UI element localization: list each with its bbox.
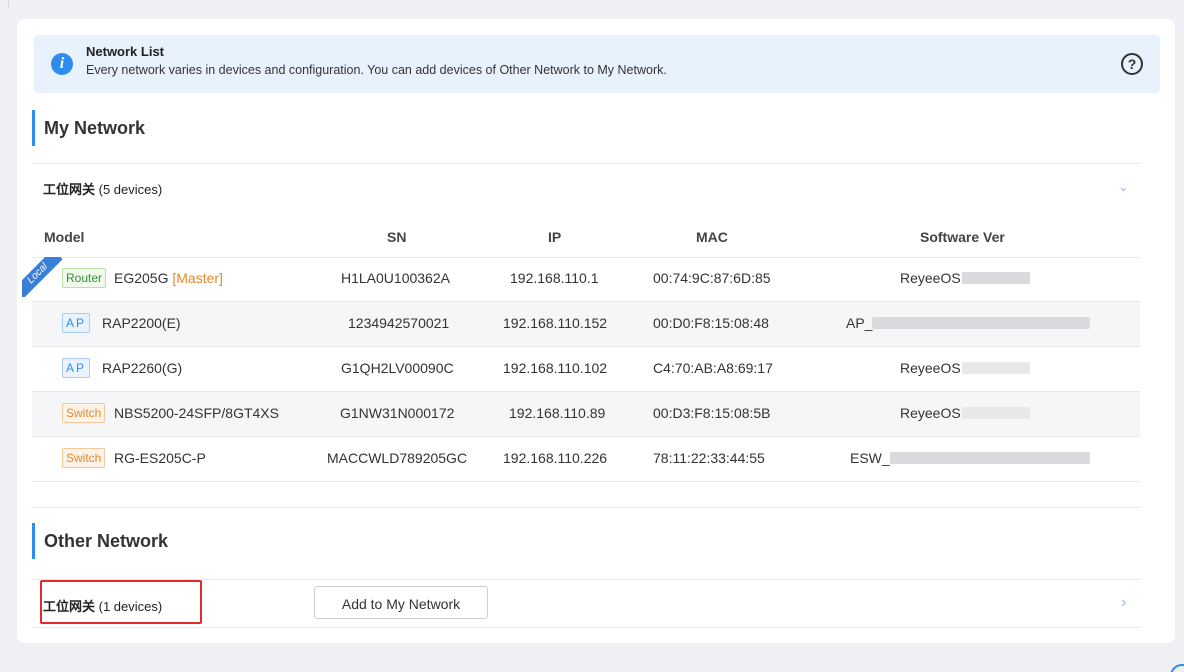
- device-software-ver: ReyeeOS: [900, 405, 961, 421]
- device-mac: 00:D3:F8:15:08:5B: [653, 405, 771, 421]
- info-icon: i: [51, 53, 73, 75]
- group-count: (5 devices): [98, 182, 163, 197]
- floating-widget-edge[interactable]: [1170, 664, 1184, 672]
- device-software-ver: ReyeeOS: [900, 270, 961, 286]
- device-sn: MACCWLD789205GC: [327, 450, 468, 466]
- device-model: EG205G [Master]: [114, 270, 223, 286]
- table-row[interactable]: Switch NBS5200-24SFP/8GT4XS G1NW31N00017…: [32, 392, 1140, 437]
- info-description: Every network varies in devices and conf…: [86, 63, 667, 77]
- my-network-title: My Network: [32, 110, 145, 146]
- group-name: 工位网关: [43, 182, 96, 197]
- device-type-tag: Router: [62, 268, 107, 288]
- device-mac: C4:70:AB:A8:69:17: [653, 360, 773, 376]
- chevron-down-icon[interactable]: ⌄: [1118, 179, 1129, 195]
- top-border: [8, 0, 1184, 8]
- device-type-tag: Switch: [62, 403, 106, 423]
- redacted-version: [872, 317, 1090, 329]
- device-model: RG-ES205C-P: [114, 450, 206, 466]
- device-ip: 192.168.110.102: [503, 360, 608, 376]
- device-sn: 1234942570021: [348, 315, 450, 331]
- info-banner: i Network List Every network varies in d…: [34, 35, 1160, 93]
- redacted-version: [890, 452, 1090, 464]
- table-row[interactable]: AP RAP2260(G) G1QH2LV00090C 192.168.110.…: [32, 347, 1140, 392]
- col-software-ver: Software Ver: [920, 229, 1005, 245]
- device-table-header: Model SN IP MAC Software Ver: [32, 229, 1140, 257]
- highlight-box: [40, 580, 202, 624]
- device-mac: 00:74:9C:87:6D:85: [653, 270, 771, 286]
- device-software-ver: ESW_: [850, 450, 890, 466]
- device-sn: G1QH2LV00090C: [341, 360, 454, 376]
- redacted-version: [962, 407, 1030, 419]
- other-network-title: Other Network: [32, 523, 168, 559]
- redacted-version: [962, 272, 1030, 284]
- col-mac: MAC: [696, 229, 728, 245]
- divider: [32, 627, 1140, 628]
- divider: [32, 507, 1140, 508]
- add-to-my-network-button[interactable]: Add to My Network: [314, 586, 488, 619]
- table-row[interactable]: AP RAP2200(E) 1234942570021 192.168.110.…: [32, 302, 1140, 347]
- info-title: Network List: [86, 44, 165, 59]
- device-type-tag: AP: [62, 313, 91, 333]
- device-ip: 192.168.110.1: [510, 270, 599, 286]
- chevron-right-icon[interactable]: ›: [1121, 594, 1126, 612]
- device-model: RAP2260(G): [102, 360, 183, 376]
- col-model: Model: [44, 229, 85, 245]
- device-ip: 192.168.110.89: [509, 405, 606, 421]
- divider: [32, 163, 1140, 164]
- device-sn: G1NW31N000172: [340, 405, 455, 421]
- my-network-group[interactable]: 工位网关 (5 devices): [43, 179, 162, 198]
- table-row[interactable]: Local Router EG205G [Master] H1LA0U10036…: [22, 257, 1140, 302]
- device-mac: 78:11:22:33:44:55: [653, 450, 765, 466]
- network-list-card: i Network List Every network varies in d…: [17, 19, 1175, 643]
- redacted-version: [962, 362, 1030, 374]
- device-model: NBS5200-24SFP/8GT4XS: [114, 405, 279, 421]
- table-row[interactable]: Switch RG-ES205C-P MACCWLD789205GC 192.1…: [32, 437, 1140, 482]
- device-model: RAP2200(E): [102, 315, 181, 331]
- col-sn: SN: [387, 229, 407, 245]
- col-ip: IP: [548, 229, 562, 245]
- help-circle-icon[interactable]: ?: [1121, 53, 1143, 75]
- device-type-tag: Switch: [62, 448, 106, 468]
- device-mac: 00:D0:F8:15:08:48: [653, 315, 769, 331]
- device-ip: 192.168.110.226: [503, 450, 608, 466]
- device-sn: H1LA0U100362A: [341, 270, 450, 286]
- device-type-tag: AP: [62, 358, 91, 378]
- local-badge: Local: [22, 257, 62, 297]
- device-software-ver: ReyeeOS: [900, 360, 961, 376]
- device-ip: 192.168.110.152: [503, 315, 608, 331]
- device-software-ver: AP_: [846, 315, 873, 331]
